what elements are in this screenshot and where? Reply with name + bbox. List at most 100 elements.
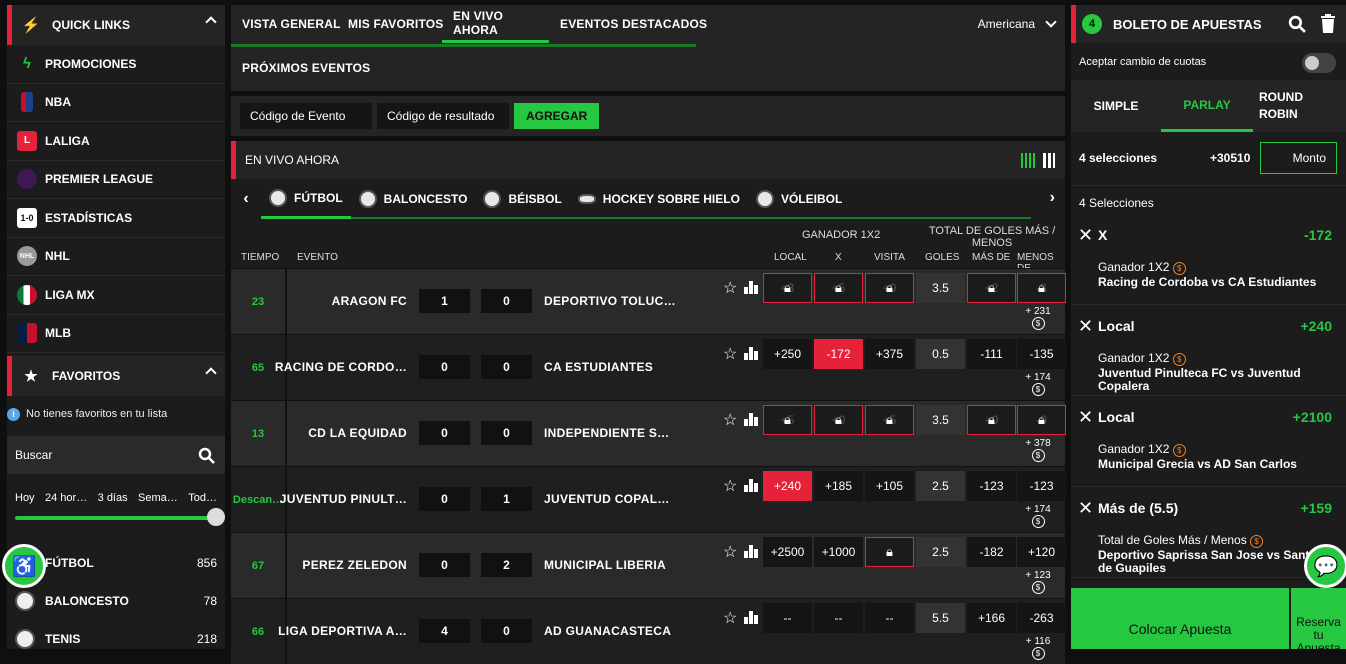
result-code-input[interactable]: Código de resultado (377, 103, 509, 129)
more-markets-link[interactable]: + 123 $ (1023, 570, 1053, 594)
home-team[interactable]: LIGA DEPORTIVA A… (278, 624, 407, 638)
search-icon[interactable] (1288, 15, 1306, 33)
sport-tab-hockey[interactable]: HOCKEY SOBRE HIELO (570, 179, 748, 219)
table-row[interactable]: 23 ARAGON FC 1 0 DEPORTIVO TOLUC… ☆ +3 🔒︎ +5 🔒︎ +0… (231, 268, 1066, 334)
table-row[interactable]: 66 LIGA DEPORTIVA A… 4 0 AD GUANACASTECA ☆ -- -… (231, 598, 1066, 664)
tab-en-vivo-ahora[interactable]: EN VIVO AHORA (442, 5, 549, 43)
tab-round-robin[interactable]: ROUND ROBIN (1253, 80, 1313, 132)
away-team[interactable]: AD GUANACASTECA (544, 624, 671, 638)
quick-links-header[interactable]: ⚡ QUICK LINKS (7, 5, 225, 45)
table-row[interactable]: Descan… JUVENTUD PINULT… 0 1 JUVENTUD COPAL…… (231, 466, 1066, 532)
stats-bars-icon[interactable] (744, 413, 758, 426)
stats-bars-icon[interactable] (744, 347, 758, 360)
table-row[interactable]: 13 CD LA EQUIDAD 0 0 INDEPENDIENTE S… ☆ +5 🔒︎ +0… (231, 400, 1066, 466)
away-team[interactable]: MUNICIPAL LIBERIA (544, 558, 666, 572)
odds-button-under[interactable]: -135 (1017, 339, 1066, 369)
odds-button-visit[interactable]: 🔒︎ (865, 537, 914, 567)
favorites-header[interactable]: ★ FAVORITOS (7, 356, 225, 396)
add-button[interactable]: AGREGAR (514, 103, 600, 129)
expanded-view-icon[interactable] (1043, 153, 1055, 168)
chevron-up-icon[interactable] (205, 367, 217, 379)
sport-item-tenis[interactable]: TENIS 218 (7, 620, 225, 649)
odds-button-over[interactable]: -182 (967, 537, 1016, 567)
stats-bars-icon[interactable] (744, 479, 758, 492)
odds-button-visit[interactable]: +105 (865, 471, 914, 501)
reserve-bet-button[interactable]: Reserva tu Apuesta (1291, 588, 1346, 655)
home-team[interactable]: CD LA EQUIDAD (308, 426, 407, 440)
chevron-right-icon[interactable]: › (1050, 189, 1055, 207)
compact-view-icon[interactable] (1021, 153, 1037, 168)
time-option-all[interactable]: Tod… (188, 492, 217, 504)
odds-button-x[interactable]: +5 🔒︎ (814, 273, 863, 303)
odds-button-visit[interactable]: +0 🔒︎ (865, 273, 914, 303)
star-icon[interactable]: ☆ (723, 608, 737, 628)
odds-button-visit[interactable]: +375 (865, 339, 914, 369)
more-markets-link[interactable]: + 231 $ (1023, 306, 1053, 330)
tab-parlay[interactable]: PARLAY (1161, 80, 1253, 132)
quick-link-liga-mx[interactable]: LIGA MX (7, 276, 225, 315)
event-code-input[interactable]: Código de Evento (240, 103, 372, 129)
table-row[interactable]: 65 RACING DE CORDO… 0 0 CA ESTUDIANTES ☆ +250-… (231, 334, 1066, 400)
home-team[interactable]: RACING DE CORDO… (275, 360, 407, 374)
accept-odds-toggle[interactable] (1302, 53, 1336, 73)
odds-button-under[interactable]: -123 (1017, 471, 1066, 501)
remove-selection-icon[interactable]: ✕ (1078, 498, 1093, 519)
home-team[interactable]: PEREZ ZELEDON (302, 558, 407, 572)
odds-button-x[interactable]: +185 (814, 471, 863, 501)
more-markets-link[interactable]: + 116 $ (1023, 636, 1053, 660)
search-icon[interactable] (198, 447, 215, 464)
odds-button-x[interactable]: +1000 (814, 537, 863, 567)
more-markets-link[interactable]: + 174 $ (1023, 372, 1053, 396)
odds-button-over[interactable]: +166 (967, 603, 1016, 633)
time-option-today[interactable]: Hoy (15, 492, 35, 504)
tab-proximos-eventos[interactable]: PRÓXIMOS EVENTOS (231, 49, 381, 87)
quick-link-mlb[interactable]: MLB (7, 315, 225, 353)
odds-button-visit[interactable]: -- (865, 603, 914, 633)
sport-tab-voleibol[interactable]: VÓLEIBOL (748, 179, 850, 219)
odds-button-under[interactable]: -263 (1017, 603, 1066, 633)
sport-tab-futbol[interactable]: FÚTBOL (261, 179, 351, 219)
odds-button-local[interactable]: +2500 (763, 537, 812, 567)
star-icon[interactable]: ☆ (723, 278, 737, 298)
away-team[interactable]: INDEPENDIENTE S… (544, 426, 670, 440)
slider-handle[interactable] (207, 508, 225, 526)
odds-button-over[interactable]: +2 🔒︎ (967, 273, 1016, 303)
quick-link-nba[interactable]: NBA (7, 84, 225, 122)
time-slider[interactable] (15, 508, 225, 526)
chevron-left-icon[interactable]: ‹ (231, 190, 261, 208)
star-icon[interactable]: ☆ (723, 410, 737, 430)
odds-button-under[interactable]: -0 🔒︎ (1017, 405, 1066, 435)
chat-button[interactable]: 💬 (1304, 544, 1346, 588)
search-input[interactable]: Buscar (7, 436, 225, 474)
odds-button-x[interactable]: -- (814, 603, 863, 633)
quick-link-promociones[interactable]: ϟ PROMOCIONES (7, 45, 225, 84)
stats-bars-icon[interactable] (744, 611, 758, 624)
trash-icon[interactable] (1320, 14, 1336, 33)
star-icon[interactable]: ☆ (723, 542, 737, 562)
home-team[interactable]: JUVENTUD PINULT… (280, 492, 407, 506)
time-option-24h[interactable]: 24 hor… (45, 492, 87, 504)
stats-bars-icon[interactable] (744, 281, 758, 294)
tab-eventos-destacados[interactable]: EVENTOS DESTACADOS (549, 5, 718, 43)
away-team[interactable]: JUVENTUD COPAL… (544, 492, 670, 506)
stats-bars-icon[interactable] (744, 545, 758, 558)
odds-button-over[interactable]: +0 🔒︎ (967, 405, 1016, 435)
stake-input[interactable]: Monto (1260, 142, 1337, 174)
odds-button-local[interactable]: +3 🔒︎ (763, 273, 812, 303)
star-icon[interactable]: ☆ (723, 476, 737, 496)
away-team[interactable]: DEPORTIVO TOLUC… (544, 294, 676, 308)
home-team[interactable]: ARAGON FC (332, 294, 407, 308)
accessibility-button[interactable]: ♿ (2, 544, 46, 588)
star-icon[interactable]: ☆ (723, 344, 737, 364)
odds-button-over[interactable]: -111 (967, 339, 1016, 369)
sport-tab-beisbol[interactable]: BÉISBOL (475, 179, 569, 219)
sport-item-baloncesto[interactable]: BALONCESTO 78 (7, 582, 225, 620)
odds-format-select[interactable]: Americana (978, 15, 1057, 31)
place-bet-button[interactable]: Colocar Apuesta (1071, 588, 1289, 649)
tab-vista-general[interactable]: VISTA GENERAL (231, 5, 352, 43)
remove-selection-icon[interactable]: ✕ (1078, 316, 1093, 337)
remove-selection-icon[interactable]: ✕ (1078, 407, 1093, 428)
table-row[interactable]: 67 PEREZ ZELEDON 0 2 MUNICIPAL LIBERIA ☆ +2500… (231, 532, 1066, 598)
chevron-up-icon[interactable] (205, 16, 217, 28)
time-option-3days[interactable]: 3 días (98, 492, 128, 504)
